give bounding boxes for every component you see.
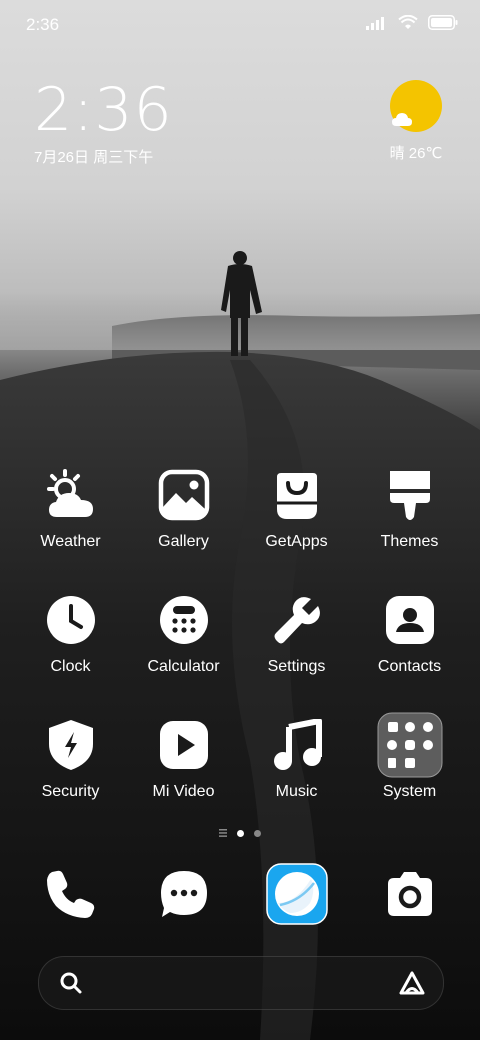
page-dot[interactable] — [254, 829, 261, 837]
page-indicator[interactable] — [0, 829, 480, 837]
dock-phone[interactable] — [14, 862, 127, 926]
status-bar: 2:36 — [0, 0, 480, 50]
assistant-icon[interactable] — [399, 971, 425, 995]
signal-icon — [366, 16, 384, 30]
messages-icon — [152, 862, 216, 926]
gallery-icon — [155, 466, 213, 524]
contacts-icon — [381, 591, 439, 649]
search-bar[interactable] — [38, 956, 444, 1010]
app-clock[interactable]: Clock — [14, 591, 127, 676]
app-music[interactable]: Music — [240, 716, 353, 801]
camera-icon — [378, 862, 442, 926]
app-label: GetApps — [265, 533, 328, 550]
system-folder-icon — [377, 712, 443, 778]
music-note-icon — [268, 716, 326, 774]
play-icon — [155, 716, 213, 774]
app-contacts[interactable]: Contacts — [353, 591, 466, 676]
weather-temp: 晴 26℃ — [389, 145, 443, 162]
sunny-icon — [390, 80, 442, 132]
app-mi-video[interactable]: Mi Video — [127, 716, 240, 801]
app-security[interactable]: Security — [14, 716, 127, 801]
status-time: 2:36 — [26, 15, 60, 34]
themes-icon — [381, 466, 439, 524]
battery-icon — [428, 15, 458, 30]
dock-browser[interactable] — [240, 862, 353, 926]
app-themes[interactable]: Themes — [353, 466, 466, 551]
clock-time: 2:36 — [34, 75, 173, 145]
app-label: Calculator — [147, 658, 220, 675]
weather-widget[interactable]: 晴 26℃ — [386, 80, 446, 163]
calculator-icon — [155, 591, 213, 649]
wrench-icon — [268, 591, 326, 649]
app-label: System — [382, 783, 437, 800]
shield-icon — [42, 716, 100, 774]
dock-messages[interactable] — [127, 862, 240, 926]
app-label: Themes — [380, 533, 439, 550]
clock-widget[interactable]: 2:36 7月26日 周三下午 — [34, 80, 173, 167]
search-icon[interactable] — [59, 971, 83, 995]
browser-icon — [265, 862, 329, 926]
getapps-icon — [268, 466, 326, 524]
app-calculator[interactable]: Calculator — [127, 591, 240, 676]
clock-date: 7月26日 周三下午 — [34, 149, 154, 166]
app-gallery[interactable]: Gallery — [127, 466, 240, 551]
list-page-icon[interactable] — [219, 829, 227, 837]
app-label: Clock — [50, 658, 91, 675]
weather-icon — [42, 466, 100, 524]
app-settings[interactable]: Settings — [240, 591, 353, 676]
app-label: Security — [41, 783, 100, 800]
app-label: Mi Video — [152, 783, 215, 800]
clock-icon — [42, 591, 100, 649]
page-dot-active[interactable] — [237, 829, 244, 837]
wifi-icon — [398, 15, 418, 29]
app-label: Music — [275, 783, 318, 800]
app-label: Settings — [267, 658, 326, 675]
phone-icon — [39, 862, 103, 926]
app-getapps[interactable]: GetApps — [240, 466, 353, 551]
dock-camera[interactable] — [353, 862, 466, 926]
app-label: Contacts — [377, 658, 442, 675]
app-weather[interactable]: Weather — [14, 466, 127, 551]
app-label: Gallery — [158, 533, 209, 550]
app-system-folder[interactable]: System — [353, 712, 466, 801]
app-label: Weather — [40, 533, 101, 550]
